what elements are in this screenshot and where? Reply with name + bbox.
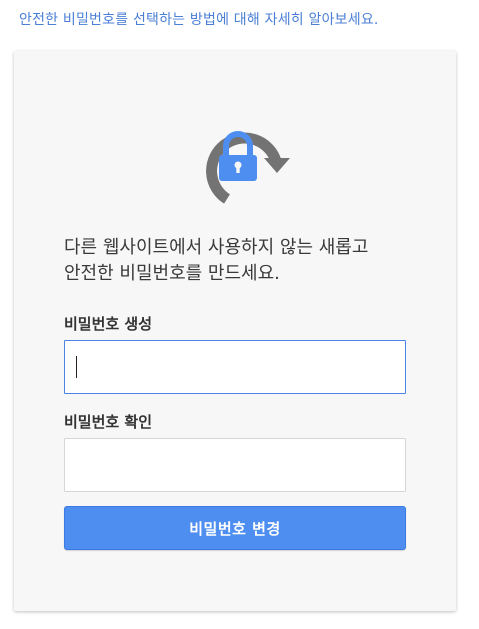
arrow-head-icon <box>264 158 290 173</box>
confirm-password-input[interactable] <box>64 438 406 492</box>
new-password-input[interactable] <box>64 340 406 394</box>
intro-text: 다른 웹사이트에서 사용하지 않는 새롭고 안전한 비밀번호를 만드세요. <box>64 235 424 287</box>
password-help-link[interactable]: 안전한 비밀번호를 선택하는 방법에 대해 자세히 알아보세요. <box>19 9 379 29</box>
change-password-button[interactable]: 비밀번호 변경 <box>64 506 406 550</box>
text-caret <box>76 356 77 378</box>
change-password-card: 다른 웹사이트에서 사용하지 않는 새롭고 안전한 비밀번호를 만드세요. 비밀… <box>14 51 456 611</box>
password-refresh-lock-icon <box>184 113 294 223</box>
intro-line-1: 다른 웹사이트에서 사용하지 않는 새롭고 <box>64 237 369 258</box>
new-password-label: 비밀번호 생성 <box>64 315 153 333</box>
confirm-password-label: 비밀번호 확인 <box>64 413 153 431</box>
intro-line-2: 안전한 비밀번호를 만드세요. <box>64 263 280 284</box>
